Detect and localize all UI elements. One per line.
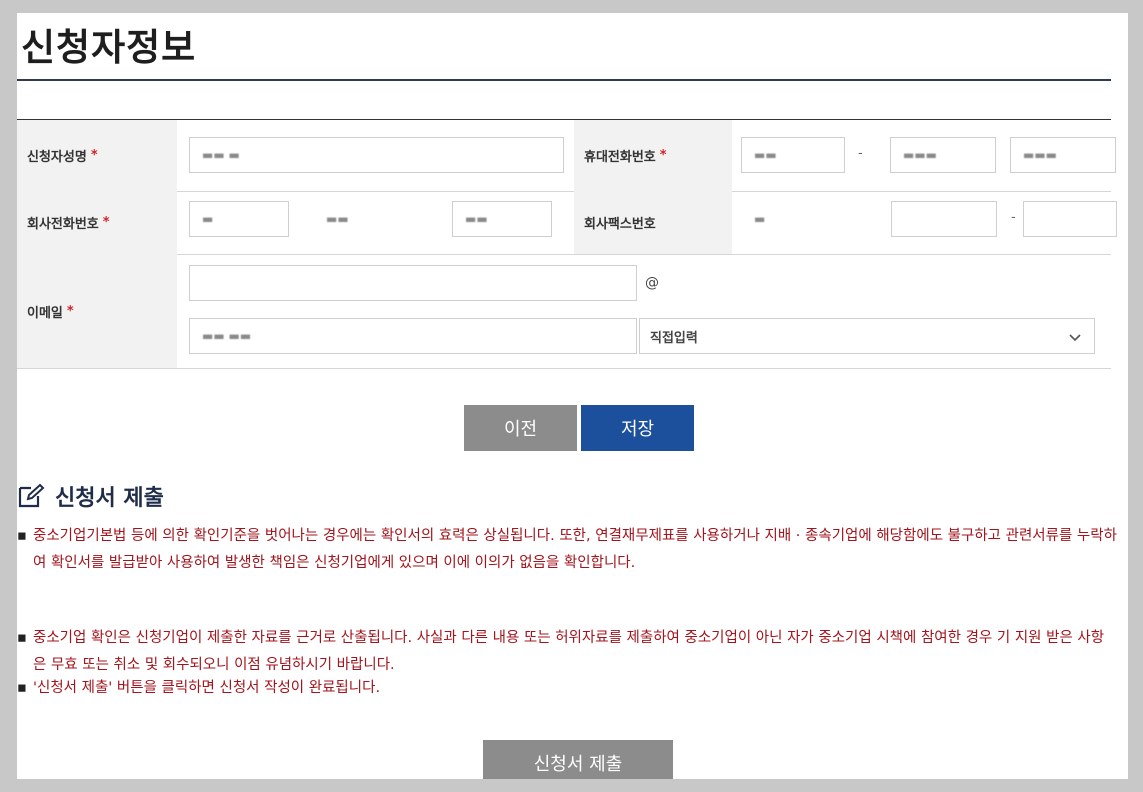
applicant-name-input[interactable]: ▬▬ ▬ — [189, 137, 564, 173]
required-mark: * — [90, 148, 98, 163]
company-phone-label: 회사전화번호 * — [17, 191, 177, 254]
mobile-part1-input[interactable]: ▬▬ — [741, 137, 845, 173]
required-mark: * — [66, 303, 74, 319]
bullet-icon: ▪ — [17, 630, 27, 646]
save-button[interactable]: 저장 — [581, 405, 694, 451]
applicant-name-value: ▬▬ ▬ — [202, 148, 240, 162]
chevron-down-icon — [1069, 334, 1081, 342]
notice-text: 중소기업기본법 등에 의한 확인기준을 벗어나는 경우에는 확인서의 효력은 상… — [33, 528, 1117, 571]
prev-button[interactable]: 이전 — [464, 405, 577, 451]
email-domain-select[interactable]: 직접입력 — [639, 318, 1095, 354]
applicant-name-label-text: 신청자성명 — [27, 150, 87, 165]
mobile-part1-value: ▬▬ — [754, 148, 777, 162]
form-row-name-mobile: 신청자성명 * ▬▬ ▬ 휴대전화번호 * ▬▬ - ▬▬▬ ▬▬▬ — [17, 120, 1116, 192]
company-phone-part1-value: ▬ — [202, 212, 214, 226]
mobile-separator-1: - — [858, 146, 863, 161]
form-row-company-phone-fax: 회사전화번호 * ▬ ▬▬ ▬▬ 회사팩스번호 ▬ - — [17, 191, 1117, 255]
mobile-part3-input[interactable]: ▬▬▬ — [1010, 137, 1116, 173]
application-form-panel: 신청자정보 신청자성명 * ▬▬ ▬ 휴대전화번호 * ▬▬ - ▬▬▬ ▬▬▬… — [17, 13, 1128, 779]
email-domain-select-value: 직접입력 — [650, 330, 698, 346]
company-fax-part1-input[interactable]: ▬ — [741, 201, 891, 237]
bullet-icon: ▪ — [17, 680, 27, 696]
email-id-input[interactable] — [189, 265, 637, 301]
email-domain-value: ▬▬ ▬▬ — [202, 329, 252, 343]
notice-item: ▪ 중소기업기본법 등에 의한 확인기준을 벗어나는 경우에는 확인서의 효력은… — [17, 523, 1117, 577]
mobile-part3-value: ▬▬▬ — [1023, 148, 1058, 162]
bullet-icon: ▪ — [17, 528, 27, 544]
email-label-text: 이메일 — [27, 305, 63, 321]
submit-section-header: 신청서 제출 — [17, 480, 164, 512]
title-divider — [17, 79, 1111, 81]
mobile-label-text: 휴대전화번호 — [584, 150, 656, 165]
email-domain-input[interactable]: ▬▬ ▬▬ — [189, 318, 637, 354]
mobile-part2-value: ▬▬▬ — [903, 148, 938, 162]
company-fax-part3-input[interactable] — [1023, 201, 1117, 237]
company-phone-part2-input[interactable]: ▬▬ — [313, 201, 438, 237]
edit-icon — [18, 483, 45, 508]
mobile-label: 휴대전화번호 * — [574, 120, 732, 191]
company-fax-label-text: 회사팩스번호 — [584, 217, 656, 232]
required-mark: * — [659, 148, 667, 163]
company-fax-part2-input[interactable] — [891, 201, 997, 237]
email-at-sign: @ — [645, 275, 659, 291]
page-title: 신청자정보 — [21, 26, 197, 69]
notice-item: ▪ '신청서 제출' 버튼을 클릭하면 신청서 작성이 완료됩니다. — [17, 675, 1117, 702]
submit-section-title: 신청서 제출 — [55, 486, 164, 511]
email-label: 이메일 * — [17, 254, 177, 368]
company-phone-part3-input[interactable]: ▬▬ — [452, 201, 552, 237]
company-phone-part1-input[interactable]: ▬ — [189, 201, 289, 237]
company-fax-label: 회사팩스번호 — [574, 191, 732, 254]
notice-item: ▪ 중소기업 확인은 신청기업이 제출한 자료를 근거로 산출됩니다. 사실과 … — [17, 625, 1117, 679]
company-phone-part2-value: ▬▬ — [326, 212, 349, 226]
notice-text: 중소기업 확인은 신청기업이 제출한 자료를 근거로 산출됩니다. 사실과 다른… — [33, 630, 1105, 673]
mobile-part2-input[interactable]: ▬▬▬ — [890, 137, 996, 173]
submit-application-button[interactable]: 신청서 제출 — [483, 740, 673, 779]
company-phone-label-text: 회사전화번호 — [27, 217, 99, 232]
company-fax-separator: - — [1011, 210, 1016, 225]
notice-text: '신청서 제출' 버튼을 클릭하면 신청서 작성이 완료됩니다. — [33, 680, 381, 696]
form-row-email: 이메일 * @ ▬▬ ▬▬ 직접입력 — [17, 254, 1111, 369]
company-fax-part1-value: ▬ — [754, 212, 766, 226]
required-mark: * — [102, 215, 110, 230]
company-phone-part3-value: ▬▬ — [465, 212, 488, 226]
applicant-name-label: 신청자성명 * — [17, 120, 177, 191]
